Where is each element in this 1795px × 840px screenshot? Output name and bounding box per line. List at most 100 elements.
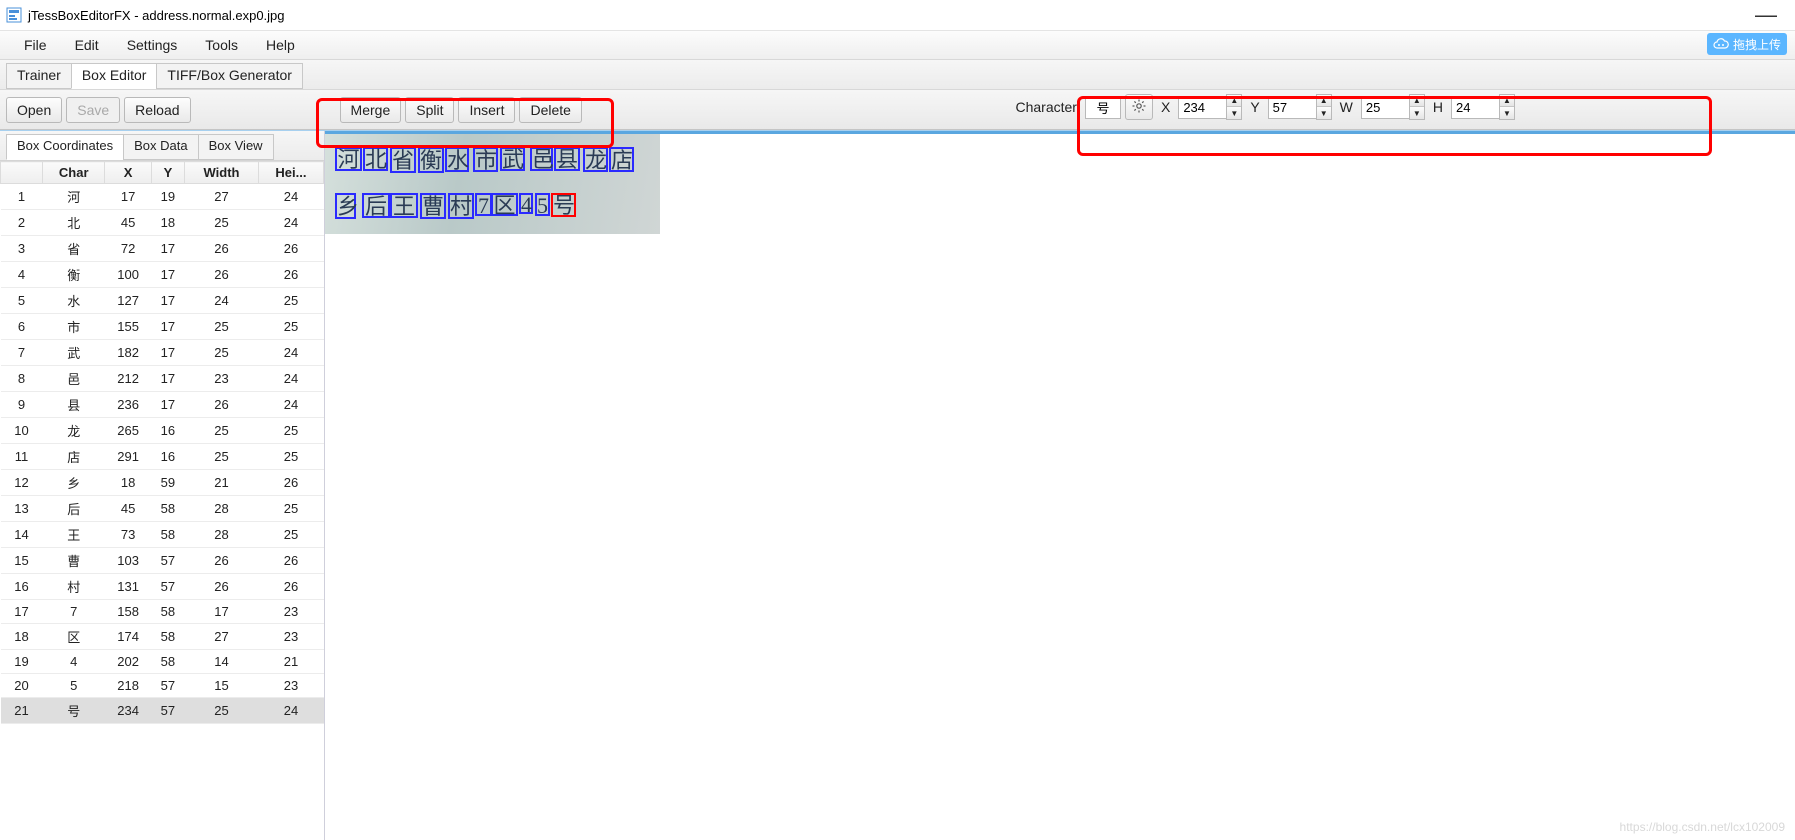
- y-input[interactable]: [1268, 96, 1316, 119]
- char-box[interactable]: 邑: [530, 147, 553, 171]
- char-box[interactable]: 号: [551, 193, 576, 217]
- table-row[interactable]: 7武182172524: [1, 340, 324, 366]
- table-row[interactable]: 6市155172525: [1, 314, 324, 340]
- col-width[interactable]: Width: [185, 162, 259, 184]
- tab-box-view[interactable]: Box View: [198, 134, 274, 160]
- char-box[interactable]: 市: [473, 147, 498, 172]
- tab-box-coordinates[interactable]: Box Coordinates: [6, 134, 124, 160]
- table-row[interactable]: 1河17192724: [1, 184, 324, 210]
- minimize-button[interactable]: —: [1755, 0, 1777, 30]
- y-down-icon[interactable]: ▼: [1317, 107, 1331, 119]
- coordinates-table-wrap[interactable]: Char X Y Width Hei... 1河171927242北451825…: [0, 161, 324, 840]
- char-box[interactable]: 武: [500, 147, 525, 171]
- char-box[interactable]: 4: [519, 193, 533, 214]
- char-box[interactable]: 后: [362, 193, 390, 218]
- tab-tiff-generator[interactable]: TIFF/Box Generator: [156, 63, 302, 89]
- table-row[interactable]: 5水127172425: [1, 288, 324, 314]
- delete-button[interactable]: Delete: [519, 97, 581, 123]
- col-char[interactable]: Char: [43, 162, 105, 184]
- canvas-area[interactable]: 河北省衡水市武邑县龙店 乡后王曹村7区45号 https://blog.csdn…: [325, 131, 1795, 840]
- x-input[interactable]: [1178, 96, 1226, 119]
- w-label: W: [1340, 99, 1353, 115]
- y-up-icon[interactable]: ▲: [1317, 95, 1331, 107]
- table-row[interactable]: 2北45182524: [1, 210, 324, 236]
- table-row[interactable]: 4衡100172626: [1, 262, 324, 288]
- menu-edit[interactable]: Edit: [61, 33, 113, 57]
- table-row[interactable]: 15曹103572626: [1, 548, 324, 574]
- char-box[interactable]: 河: [335, 147, 362, 171]
- col-index[interactable]: [1, 162, 43, 184]
- table-row[interactable]: 9县236172624: [1, 392, 324, 418]
- char-box[interactable]: 北: [363, 147, 388, 171]
- char-box[interactable]: 省: [390, 147, 416, 173]
- merge-button[interactable]: Merge: [340, 97, 402, 123]
- menu-help[interactable]: Help: [252, 33, 309, 57]
- table-row[interactable]: 13后45582825: [1, 496, 324, 522]
- char-box[interactable]: 区: [491, 193, 518, 216]
- char-box[interactable]: 乡: [335, 193, 356, 219]
- table-row[interactable]: 12乡18592126: [1, 470, 324, 496]
- y-label: Y: [1250, 99, 1259, 115]
- x-up-icon[interactable]: ▲: [1227, 95, 1241, 107]
- document-line-1: 河北省衡水市武邑县龙店: [335, 144, 650, 178]
- h-down-icon[interactable]: ▼: [1500, 107, 1514, 119]
- h-up-icon[interactable]: ▲: [1500, 95, 1514, 107]
- col-x[interactable]: X: [105, 162, 151, 184]
- char-box[interactable]: 县: [554, 147, 580, 171]
- table-row[interactable]: 14王73582825: [1, 522, 324, 548]
- char-box[interactable]: 王: [390, 193, 418, 218]
- character-field[interactable]: [1085, 96, 1121, 119]
- upload-badge[interactable]: 拖拽上传: [1707, 33, 1787, 55]
- char-box[interactable]: 5: [535, 193, 550, 216]
- col-height[interactable]: Hei...: [258, 162, 323, 184]
- x-spinner[interactable]: ▲▼: [1178, 94, 1242, 120]
- menubar: File Edit Settings Tools Help 拖拽上传: [0, 30, 1795, 60]
- coordinates-table: Char X Y Width Hei... 1河171927242北451825…: [0, 161, 324, 724]
- char-box[interactable]: 龙: [583, 147, 608, 172]
- table-row[interactable]: 11店291162525: [1, 444, 324, 470]
- save-button[interactable]: Save: [66, 97, 120, 123]
- char-box[interactable]: 店: [609, 147, 634, 172]
- tab-trainer[interactable]: Trainer: [6, 63, 72, 89]
- char-box[interactable]: 水: [445, 147, 469, 172]
- table-row[interactable]: 3省72172626: [1, 236, 324, 262]
- table-row[interactable]: 10龙265162525: [1, 418, 324, 444]
- watermark: https://blog.csdn.net/lcx102009: [1620, 820, 1785, 834]
- col-y[interactable]: Y: [151, 162, 184, 184]
- char-box[interactable]: 7: [475, 193, 492, 216]
- content-area: Box Coordinates Box Data Box View Char X…: [0, 130, 1795, 840]
- table-row[interactable]: 205218571523: [1, 674, 324, 698]
- table-row[interactable]: 177158581723: [1, 600, 324, 624]
- table-row[interactable]: 21号234572524: [1, 698, 324, 724]
- char-box[interactable]: 村: [448, 193, 474, 219]
- char-box[interactable]: 曹: [420, 193, 446, 219]
- table-row[interactable]: 8邑212172324: [1, 366, 324, 392]
- sidebar: Box Coordinates Box Data Box View Char X…: [0, 131, 325, 840]
- open-button[interactable]: Open: [6, 97, 62, 123]
- h-spinner[interactable]: ▲▼: [1451, 94, 1515, 120]
- h-label: H: [1433, 99, 1443, 115]
- w-up-icon[interactable]: ▲: [1410, 95, 1424, 107]
- x-down-icon[interactable]: ▼: [1227, 107, 1241, 119]
- menu-settings[interactable]: Settings: [113, 33, 192, 57]
- split-button[interactable]: Split: [405, 97, 454, 123]
- tab-box-data[interactable]: Box Data: [123, 134, 198, 160]
- w-spinner[interactable]: ▲▼: [1361, 94, 1425, 120]
- h-input[interactable]: [1451, 96, 1499, 119]
- table-row[interactable]: 18区174582723: [1, 624, 324, 650]
- character-label: Character: [1016, 99, 1077, 115]
- insert-button[interactable]: Insert: [458, 97, 515, 123]
- table-row[interactable]: 194202581421: [1, 650, 324, 674]
- tab-box-editor[interactable]: Box Editor: [71, 63, 158, 89]
- reload-button[interactable]: Reload: [124, 97, 190, 123]
- document-image: 河北省衡水市武邑县龙店 乡后王曹村7区45号: [325, 134, 660, 234]
- app-icon: [6, 7, 22, 23]
- menu-tools[interactable]: Tools: [191, 33, 252, 57]
- gear-button[interactable]: [1125, 94, 1153, 120]
- char-box[interactable]: 衡: [418, 147, 444, 173]
- table-row[interactable]: 16村131572626: [1, 574, 324, 600]
- w-input[interactable]: [1361, 96, 1409, 119]
- y-spinner[interactable]: ▲▼: [1268, 94, 1332, 120]
- w-down-icon[interactable]: ▼: [1410, 107, 1424, 119]
- menu-file[interactable]: File: [10, 33, 61, 57]
